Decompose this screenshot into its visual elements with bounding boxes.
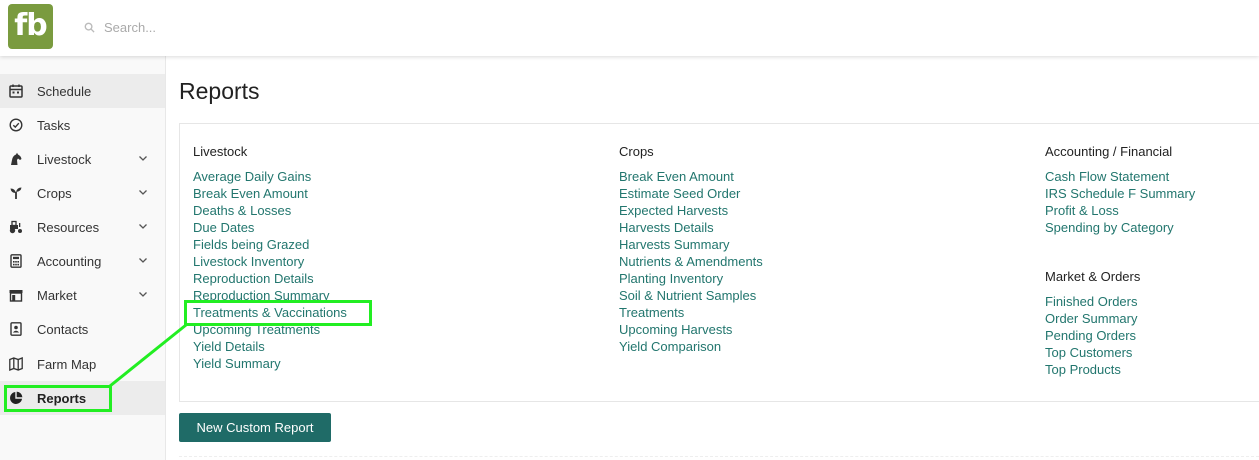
highlight-box-treatments: [184, 300, 372, 326]
reports-card: Livestock Average Daily Gains Break Even…: [179, 123, 1259, 402]
report-link[interactable]: Spending by Category: [1045, 219, 1195, 236]
sidebar-item-label: Market: [37, 287, 77, 303]
search-icon: [84, 22, 95, 33]
report-link[interactable]: Harvests Details: [619, 219, 763, 236]
sidebar-item-contacts[interactable]: Contacts: [0, 312, 165, 346]
report-group-accounting: Accounting / Financial Cash Flow Stateme…: [1045, 144, 1195, 236]
report-link[interactable]: Order Summary: [1045, 310, 1140, 327]
report-group-heading: Market & Orders: [1045, 269, 1141, 284]
sidebar-item-label: Tasks: [37, 117, 71, 133]
seedling-icon: [8, 185, 24, 201]
chevron-down-icon: [139, 292, 147, 297]
sidebar-item-label: Livestock: [37, 151, 92, 167]
sidebar-item-market[interactable]: Market: [0, 278, 165, 312]
report-group-market-orders: Market & Orders Finished Orders Order Su…: [1045, 269, 1140, 378]
report-link[interactable]: IRS Schedule F Summary: [1045, 185, 1195, 202]
sidebar-item-farm-map[interactable]: Farm Map: [0, 347, 165, 381]
report-link[interactable]: Break Even Amount: [193, 185, 347, 202]
sidebar-item-label: Accounting: [37, 253, 102, 269]
sidebar-item-accounting[interactable]: Accounting: [0, 244, 165, 278]
horse-icon: [8, 151, 24, 167]
report-link[interactable]: Yield Comparison: [619, 338, 763, 355]
report-link[interactable]: Profit & Loss: [1045, 202, 1195, 219]
report-link[interactable]: Average Daily Gains: [193, 168, 347, 185]
report-link[interactable]: Break Even Amount: [619, 168, 763, 185]
sidebar-item-label: Schedule: [37, 83, 92, 99]
report-link[interactable]: Expected Harvests: [619, 202, 763, 219]
report-link[interactable]: Fields being Grazed: [193, 236, 347, 253]
highlight-box-reports: [4, 385, 112, 412]
report-link[interactable]: Planting Inventory: [619, 270, 763, 287]
map-icon: [8, 356, 24, 372]
report-link[interactable]: Deaths & Losses: [193, 202, 347, 219]
sidebar-item-label: Farm Map: [37, 356, 97, 372]
report-link[interactable]: Upcoming Harvests: [619, 321, 763, 338]
calendar-icon: [8, 83, 24, 99]
report-link[interactable]: Livestock Inventory: [193, 253, 347, 270]
report-link[interactable]: Reproduction Details: [193, 270, 347, 287]
top-bar: fb: [0, 0, 1259, 56]
sidebar-item-tasks[interactable]: Tasks: [0, 108, 165, 142]
tractor-icon: [8, 219, 24, 235]
chevron-down-icon: [139, 224, 147, 229]
divider: [179, 456, 1259, 457]
report-link[interactable]: Top Products: [1045, 361, 1140, 378]
main-content: Reports Livestock Average Daily Gains Br…: [166, 56, 1259, 460]
report-link[interactable]: Nutrients & Amendments: [619, 253, 763, 270]
report-link[interactable]: Due Dates: [193, 219, 347, 236]
sidebar-item-schedule[interactable]: Schedule: [0, 74, 165, 108]
chevron-down-icon: [139, 258, 147, 263]
report-group-heading: Livestock: [193, 144, 248, 159]
report-link[interactable]: Cash Flow Statement: [1045, 168, 1195, 185]
report-group-livestock: Livestock Average Daily Gains Break Even…: [193, 144, 347, 372]
store-icon: [8, 287, 24, 303]
report-group-heading: Crops: [619, 144, 654, 159]
report-link[interactable]: Estimate Seed Order: [619, 185, 763, 202]
app-logo[interactable]: fb: [8, 4, 53, 49]
report-group-heading: Accounting / Financial: [1045, 144, 1173, 159]
report-link[interactable]: Yield Details: [193, 338, 347, 355]
contact-card-icon: [8, 321, 24, 337]
sidebar-item-crops[interactable]: Crops: [0, 176, 165, 210]
report-group-crops: Crops Break Even Amount Estimate Seed Or…: [619, 144, 763, 355]
report-link[interactable]: Top Customers: [1045, 344, 1140, 361]
report-link[interactable]: Harvests Summary: [619, 236, 763, 253]
search-input[interactable]: [104, 19, 364, 35]
chevron-down-icon: [139, 190, 147, 195]
new-custom-report-button[interactable]: New Custom Report: [179, 413, 331, 442]
sidebar-item-label: Contacts: [37, 321, 89, 337]
sidebar-item-label: Resources: [37, 219, 100, 235]
calculator-icon: [8, 253, 24, 269]
report-link[interactable]: Treatments: [619, 304, 763, 321]
report-link[interactable]: Finished Orders: [1045, 293, 1140, 310]
chevron-down-icon: [139, 156, 147, 161]
search-box[interactable]: [84, 16, 384, 38]
sidebar-item-livestock[interactable]: Livestock: [0, 142, 165, 176]
report-link[interactable]: Pending Orders: [1045, 327, 1140, 344]
report-link[interactable]: Soil & Nutrient Samples: [619, 287, 763, 304]
check-circle-icon: [8, 117, 24, 133]
report-link[interactable]: Yield Summary: [193, 355, 347, 372]
sidebar-item-label: Crops: [37, 185, 72, 201]
page-title: Reports: [179, 78, 260, 104]
sidebar-item-resources[interactable]: Resources: [0, 210, 165, 244]
